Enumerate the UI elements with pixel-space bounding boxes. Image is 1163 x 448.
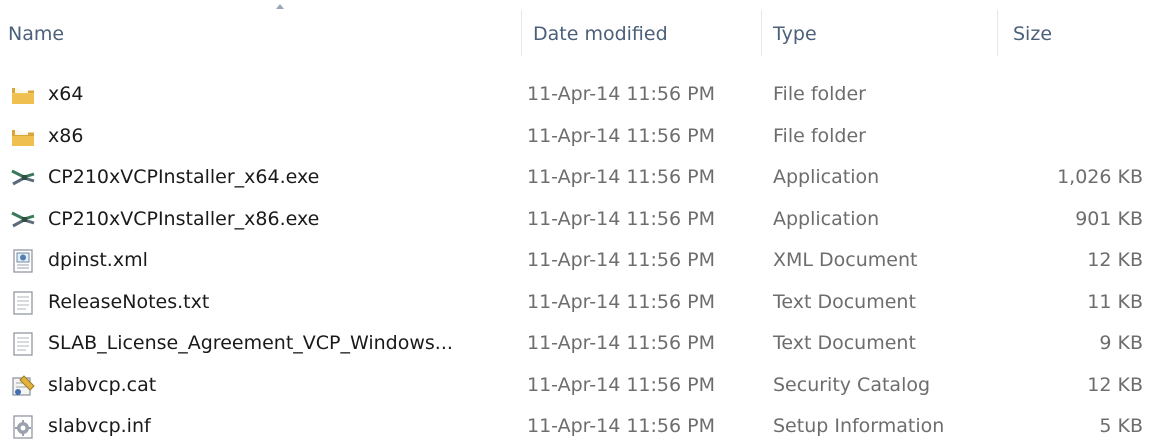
file-row[interactable]: slabvcp.inf 11-Apr-14 11:56 PM Setup Inf… <box>0 406 1163 448</box>
file-size: 5 KB <box>1099 415 1143 437</box>
file-date-modified: 11-Apr-14 11:56 PM <box>527 124 715 147</box>
sort-ascending-icon <box>276 4 284 9</box>
file-name: CP210xVCPInstaller_x86.exe <box>48 207 320 230</box>
file-type: File folder <box>773 124 866 147</box>
file-type: File folder <box>773 83 866 105</box>
text-document-icon <box>10 331 36 357</box>
column-separator[interactable] <box>761 10 762 56</box>
file-type: Security Catalog <box>773 373 931 396</box>
column-header-date-modified[interactable]: Date modified <box>533 21 668 47</box>
column-separator[interactable] <box>521 10 522 56</box>
file-type: Application <box>773 166 880 188</box>
file-name: x64 <box>48 83 84 105</box>
file-name: slabvcp.cat <box>48 373 157 396</box>
setup-information-icon <box>10 414 36 440</box>
security-catalog-icon <box>10 373 36 399</box>
file-row[interactable]: SLAB_License_Agreement_VCP_Windows... 11… <box>0 323 1163 365</box>
column-separator[interactable] <box>997 10 998 56</box>
usb-installer-icon <box>10 165 36 191</box>
file-size: 901 KB <box>1075 207 1143 230</box>
file-type: Setup Information <box>773 415 945 437</box>
file-size: 9 KB <box>1099 332 1143 354</box>
file-name: dpinst.xml <box>48 249 148 271</box>
file-row[interactable]: CP210xVCPInstaller_x86.exe 11-Apr-14 11:… <box>0 199 1163 241</box>
file-name: x86 <box>48 124 84 147</box>
folder-icon <box>10 124 36 150</box>
usb-installer-icon <box>10 207 36 233</box>
file-list-view: Name Date modified Type Size x64 11-Apr-… <box>0 0 1163 443</box>
file-rows: x64 11-Apr-14 11:56 PM File folder x86 1… <box>0 74 1163 448</box>
file-type: Text Document <box>773 332 916 354</box>
file-row[interactable]: x64 11-Apr-14 11:56 PM File folder <box>0 74 1163 116</box>
file-row[interactable]: x86 11-Apr-14 11:56 PM File folder <box>0 116 1163 158</box>
file-size: 12 KB <box>1087 373 1143 396</box>
file-row[interactable]: slabvcp.cat 11-Apr-14 11:56 PM Security … <box>0 365 1163 407</box>
file-type: Application <box>773 207 880 230</box>
text-document-icon <box>10 290 36 316</box>
file-name: SLAB_License_Agreement_VCP_Windows... <box>48 332 453 354</box>
file-name: CP210xVCPInstaller_x64.exe <box>48 166 320 188</box>
file-date-modified: 11-Apr-14 11:56 PM <box>527 207 715 230</box>
file-date-modified: 11-Apr-14 11:56 PM <box>527 415 715 437</box>
column-header-size[interactable]: Size <box>1013 21 1052 47</box>
folder-icon <box>10 82 36 108</box>
file-size: 1,026 KB <box>1057 166 1143 188</box>
file-type: XML Document <box>773 249 918 271</box>
column-header-row: Name Date modified Type Size <box>0 0 1163 66</box>
column-header-type[interactable]: Type <box>773 21 817 47</box>
file-date-modified: 11-Apr-14 11:56 PM <box>527 166 715 188</box>
file-row[interactable]: ReleaseNotes.txt 11-Apr-14 11:56 PM Text… <box>0 282 1163 324</box>
file-date-modified: 11-Apr-14 11:56 PM <box>527 249 715 271</box>
file-size: 11 KB <box>1087 290 1143 313</box>
file-size: 12 KB <box>1087 249 1143 271</box>
file-name: ReleaseNotes.txt <box>48 290 210 313</box>
file-date-modified: 11-Apr-14 11:56 PM <box>527 373 715 396</box>
xml-document-icon <box>10 248 36 274</box>
file-date-modified: 11-Apr-14 11:56 PM <box>527 83 715 105</box>
file-type: Text Document <box>773 290 916 313</box>
column-header-name[interactable]: Name <box>8 21 64 47</box>
file-name: slabvcp.inf <box>48 415 151 437</box>
file-date-modified: 11-Apr-14 11:56 PM <box>527 290 715 313</box>
file-row[interactable]: CP210xVCPInstaller_x64.exe 11-Apr-14 11:… <box>0 157 1163 199</box>
file-row[interactable]: dpinst.xml 11-Apr-14 11:56 PM XML Docume… <box>0 240 1163 282</box>
file-date-modified: 11-Apr-14 11:56 PM <box>527 332 715 354</box>
